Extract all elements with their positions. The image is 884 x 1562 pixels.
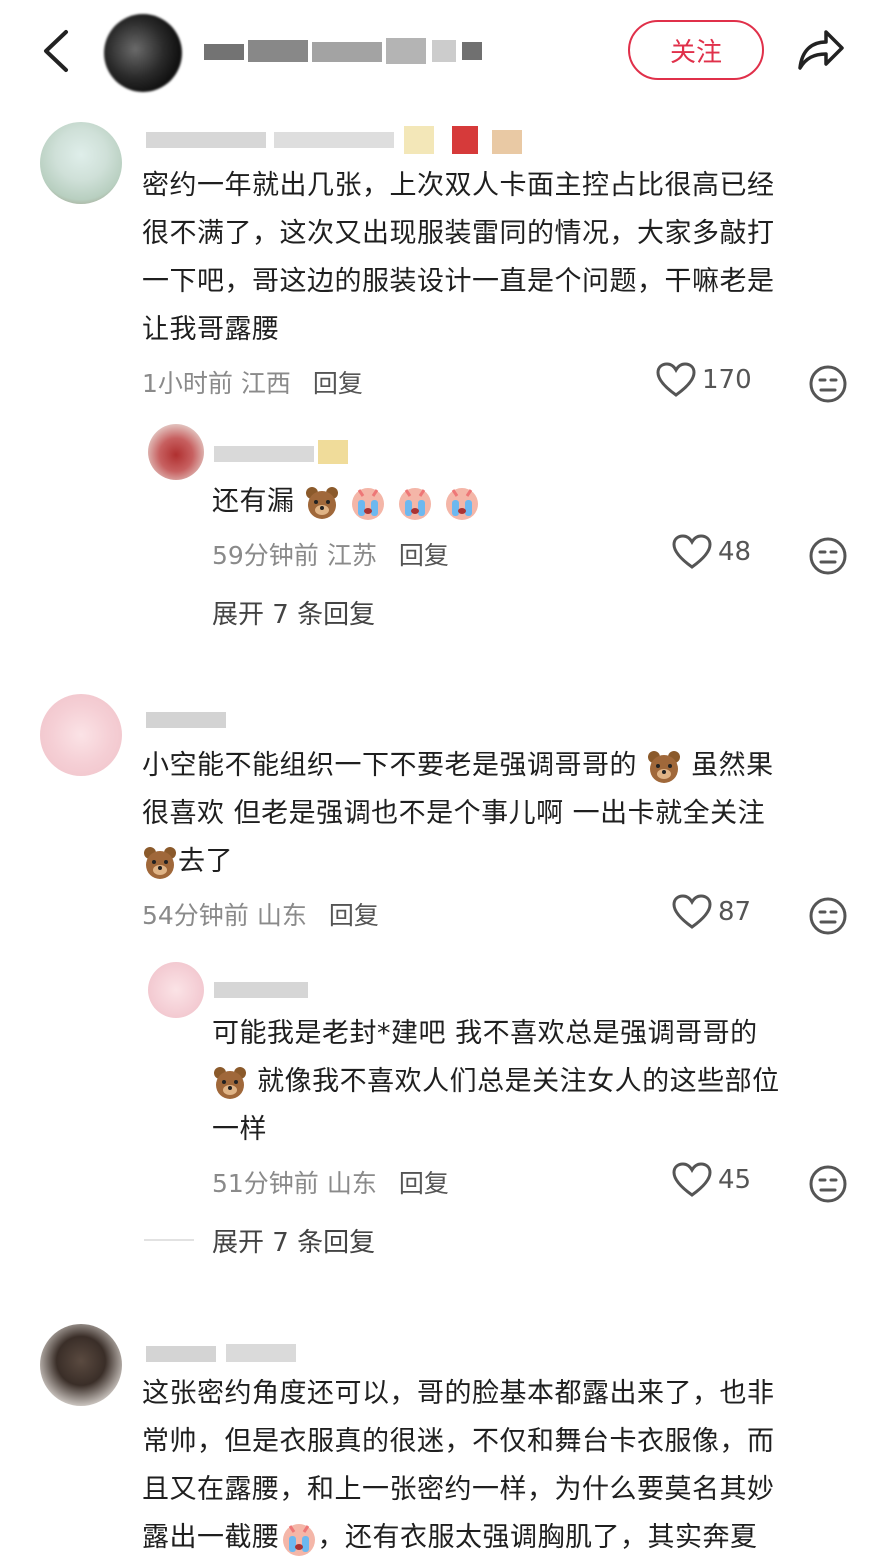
heart-icon [672, 534, 712, 569]
comment-text: 小空能不能组织一下不要老是强调哥哥的 虽然果 很喜欢 但老是强调也不是个事儿啊 … [142, 742, 854, 886]
reply-text: 还有漏 [212, 478, 852, 526]
dislike-icon[interactable] [808, 364, 848, 404]
reply-meta: 51分钟前 山东 回复 [212, 1164, 449, 1200]
commenter-name-blurred [146, 712, 226, 728]
bear-emoji-icon [214, 1066, 246, 1099]
commenter-name-blurred [146, 126, 522, 154]
crying-face-emoji-icon [445, 487, 478, 520]
comment-time: 1小时前 [142, 369, 233, 398]
reply-button[interactable]: 回复 [313, 369, 363, 398]
like-count: 170 [702, 365, 752, 395]
crying-face-emoji-icon [351, 487, 384, 520]
reply-text: 可能我是老封*建吧 我不喜欢总是强调哥哥的 就像我不喜欢人们总是关注女人的这些部… [212, 1018, 780, 1145]
dislike-icon[interactable] [808, 896, 848, 936]
like-button[interactable]: 48 [672, 534, 751, 570]
heart-icon [656, 362, 696, 397]
bear-emoji-icon [144, 846, 176, 879]
reply-location: 江苏 [326, 541, 377, 570]
like-count: 87 [718, 897, 752, 927]
commenter-name-blurred [146, 1344, 296, 1362]
expand-replies-button[interactable]: 展开 7 条回复 [212, 594, 375, 631]
share-icon[interactable] [794, 24, 846, 74]
comment-meta: 1小时前 江西 回复 [142, 364, 363, 400]
bear-emoji-icon [648, 750, 681, 783]
commenter-avatar[interactable] [40, 1324, 122, 1406]
like-button[interactable]: 87 [672, 894, 751, 930]
commenter-avatar[interactable] [40, 122, 122, 204]
reply-avatar[interactable] [148, 424, 204, 480]
reply-name-blurred [214, 440, 348, 464]
reply-time: 51分钟前 [212, 1169, 319, 1198]
expand-replies-button[interactable]: 展开 7 条回复 [212, 1222, 375, 1259]
comment-time: 54分钟前 [142, 901, 249, 930]
heart-icon [672, 894, 712, 929]
bear-emoji-icon [305, 486, 338, 519]
dislike-icon[interactable] [808, 536, 848, 576]
comment-meta: 54分钟前 山东 回复 [142, 896, 379, 932]
reply-button[interactable]: 回复 [329, 901, 379, 930]
author-avatar[interactable] [104, 14, 182, 92]
reply-meta: 59分钟前 江苏 回复 [212, 536, 449, 572]
author-name-blurred [204, 38, 482, 64]
crying-face-emoji-icon [282, 1523, 315, 1556]
reply-time: 59分钟前 [212, 541, 319, 570]
reply-avatar[interactable] [148, 962, 204, 1018]
comment-text: 这张密约角度还可以，哥的脸基本都露出来了，也非 常帅，但是衣服真的很迷，不仅和舞… [142, 1370, 854, 1562]
heart-icon [672, 1162, 712, 1197]
comment-location: 山东 [256, 901, 307, 930]
expand-divider [144, 1239, 194, 1241]
back-icon[interactable] [36, 26, 76, 76]
reply-name-blurred [214, 982, 308, 998]
commenter-avatar[interactable] [40, 694, 122, 776]
top-bar: 关注 [0, 0, 884, 100]
reply-button[interactable]: 回复 [399, 1169, 449, 1198]
comment-location: 江西 [240, 369, 291, 398]
crying-face-emoji-icon [398, 487, 431, 520]
reply-location: 山东 [326, 1169, 377, 1198]
like-button[interactable]: 170 [656, 362, 752, 398]
like-button[interactable]: 45 [672, 1162, 751, 1198]
like-count: 45 [718, 1165, 752, 1195]
dislike-icon[interactable] [808, 1164, 848, 1204]
like-count: 48 [718, 537, 752, 567]
comment-text: 密约一年就出几张，上次双人卡面主控占比很高已经 很不满了，这次又出现服装雷同的情… [142, 170, 775, 345]
follow-button[interactable]: 关注 [628, 20, 764, 80]
reply-button[interactable]: 回复 [399, 541, 449, 570]
